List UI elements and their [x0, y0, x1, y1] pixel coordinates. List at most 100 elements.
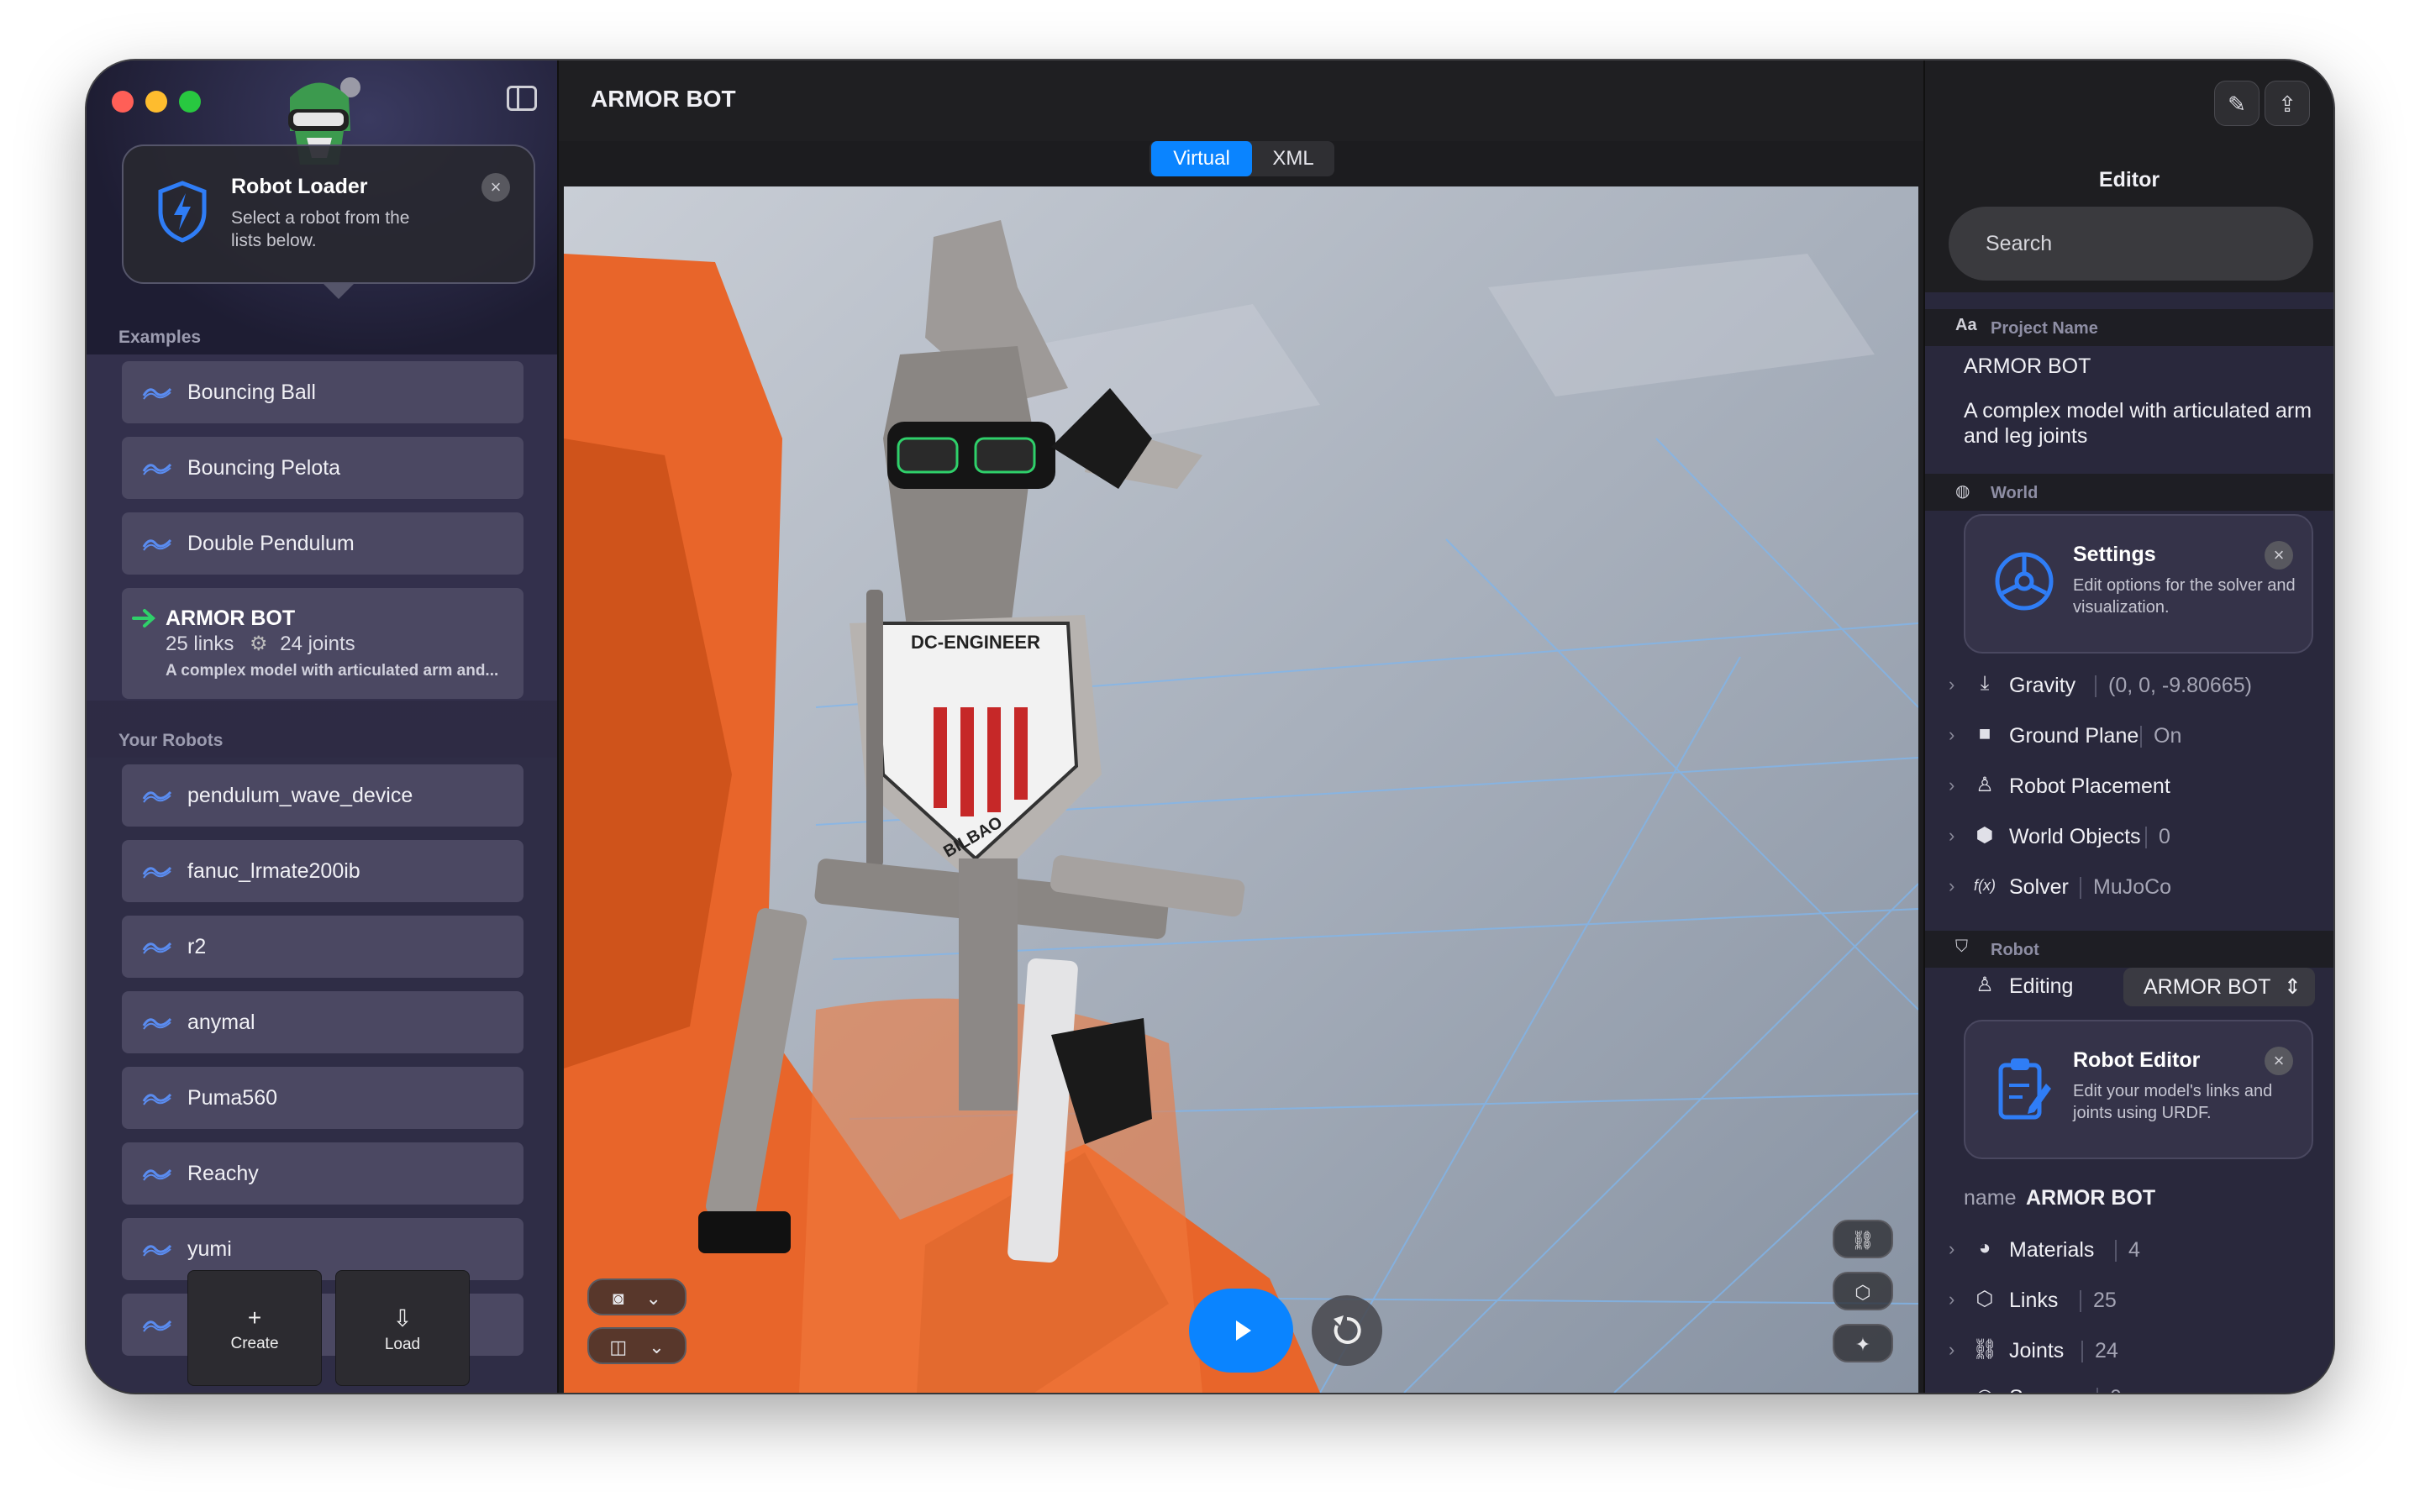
property-name: Sensors	[2009, 1386, 2086, 1393]
joints-row[interactable]: › ⛓ Joints 24	[1925, 1331, 2333, 1373]
wave-icon	[142, 1320, 172, 1332]
example-item-double-pendulum[interactable]: Double Pendulum	[122, 512, 523, 575]
project-description[interactable]: A complex model with articulated arm and…	[1964, 398, 2325, 449]
robot-item-reachy[interactable]: Reachy	[122, 1142, 523, 1205]
create-button[interactable]: + Create	[187, 1270, 322, 1386]
robot-item-fanuc-lrmate200ib[interactable]: fanuc_lrmate200ib	[122, 840, 523, 902]
links-count: 25 links	[166, 633, 234, 655]
chevron-up-down-icon: ⇕	[2284, 975, 2302, 999]
section-label: World	[1991, 484, 2039, 502]
divider	[2081, 1341, 2083, 1362]
example-item-bouncing-ball[interactable]: Bouncing Ball	[122, 361, 523, 423]
wave-icon	[142, 866, 172, 879]
tool-button[interactable]: ✦	[1833, 1324, 1893, 1362]
3d-viewport[interactable]: DC-ENGINEER BILBAO ◙ ⌄ ◫ ⌄ ⛓ ⬡ ✦	[564, 186, 1918, 1393]
selection-menu-button[interactable]: ◫ ⌄	[587, 1327, 687, 1364]
property-value: 25	[2093, 1289, 2117, 1312]
gravity-row[interactable]: › ⤓ Gravity (0, 0, -9.80665)	[1925, 665, 2333, 707]
property-value: 0	[2159, 825, 2170, 848]
palette-icon: ◕	[1978, 1236, 1991, 1259]
3d-scene: DC-ENGINEER BILBAO	[564, 186, 1918, 1393]
share-button[interactable]: ⇪	[2265, 81, 2310, 126]
settings-card-title: Settings	[2073, 543, 2156, 566]
robot-loader-close-button[interactable]: ×	[481, 173, 510, 202]
links-row[interactable]: › ⬡ Links 25	[1925, 1280, 2333, 1322]
list-item-label: pendulum_wave_device	[187, 783, 413, 807]
chevron-right-icon: ›	[1949, 825, 1955, 846]
divider	[2095, 675, 2096, 697]
link-view-button[interactable]: ⛓	[1833, 1220, 1893, 1258]
robot-editor-card-close-button[interactable]: ×	[2265, 1047, 2293, 1075]
editing-robot-value: ARMOR BOT	[2144, 975, 2271, 999]
chevron-right-icon: ›	[1949, 875, 1955, 896]
sensors-row[interactable]: › ◎ Sensors 0	[1925, 1378, 2333, 1393]
camera-menu-button[interactable]: ◙ ⌄	[587, 1278, 687, 1315]
divider	[2140, 726, 2142, 748]
robot-item-anymal[interactable]: anymal	[122, 991, 523, 1053]
project-name-value[interactable]: ARMOR BOT	[1964, 354, 2091, 379]
robot-name-row[interactable]: name ARMOR BOT	[1925, 1178, 2333, 1220]
world-section: ◍ World	[1925, 474, 2333, 511]
cube-outline-icon: ⬡	[1975, 1288, 1994, 1310]
play-button[interactable]	[1189, 1289, 1293, 1373]
wave-icon	[142, 538, 172, 551]
play-icon	[1236, 1320, 1251, 1341]
robot-item-puma560[interactable]: Puma560	[122, 1067, 523, 1129]
search-input[interactable]: Search	[1949, 207, 2313, 281]
zoom-window-button[interactable]	[179, 91, 201, 113]
wave-icon	[142, 942, 172, 954]
divider	[2080, 1290, 2081, 1312]
chevron-down-icon: ⌄	[645, 1288, 661, 1309]
tab-virtual[interactable]: Virtual	[1151, 141, 1252, 176]
sidebar-toggle-button[interactable]	[507, 86, 537, 111]
cube-view-button[interactable]: ⬡	[1833, 1272, 1893, 1310]
wave-icon	[142, 1244, 172, 1257]
divider	[2115, 1240, 2117, 1262]
load-button[interactable]: ⇩ Load	[335, 1270, 470, 1386]
settings-card[interactable]: Settings Edit options for the solver and…	[1964, 514, 2313, 654]
robot-loader-card: Robot Loader Select a robot from the lis…	[122, 144, 535, 299]
divider	[2080, 877, 2081, 899]
robot-loader-subtitle: Select a robot from the lists below.	[231, 208, 410, 250]
chevron-right-icon: ›	[1949, 1289, 1955, 1310]
examples-label: Examples	[118, 328, 202, 347]
materials-row[interactable]: › ◕ Materials 4	[1925, 1230, 2333, 1272]
wave-icon	[142, 790, 172, 803]
list-item-label: Reachy	[187, 1161, 259, 1185]
world-objects-row[interactable]: › ⬢ World Objects 0	[1925, 816, 2333, 858]
sidebar: Robot Loader Select a robot from the lis…	[87, 60, 559, 1393]
example-item-armor-bot-selected[interactable]: ARMOR BOT 25 links ⚙ 24 joints A complex…	[122, 588, 523, 699]
settings-card-close-button[interactable]: ×	[2265, 541, 2293, 570]
ground-plane-row[interactable]: › ■ Ground Plane On	[1925, 716, 2333, 758]
section-label: Project Name	[1991, 319, 2098, 338]
solver-row[interactable]: › f(x) Solver MuJoCo	[1925, 867, 2333, 909]
editing-robot-select[interactable]: ARMOR BOT ⇕	[2123, 968, 2315, 1006]
robot-item-pendulum-wave-device[interactable]: pendulum_wave_device	[122, 764, 523, 827]
example-item-bouncing-pelota[interactable]: Bouncing Pelota	[122, 437, 523, 499]
name-label: name	[1964, 1186, 2017, 1210]
robot-item-r2[interactable]: r2	[122, 916, 523, 978]
property-name: Gravity	[2009, 674, 2076, 697]
magic-wand-icon: ✦	[1854, 1334, 1871, 1355]
shield-icon: ⛉	[1955, 937, 1968, 956]
list-item-label: Double Pendulum	[187, 531, 355, 555]
chevron-right-icon: ›	[1949, 674, 1955, 695]
chevron-down-icon: ⌄	[649, 1336, 665, 1357]
close-window-button[interactable]	[112, 91, 134, 113]
load-icon: ⇩	[392, 1305, 413, 1331]
plus-icon: +	[247, 1305, 262, 1331]
load-button-label: Load	[384, 1336, 421, 1353]
minimize-window-button[interactable]	[145, 91, 167, 113]
reset-button[interactable]	[1312, 1295, 1382, 1366]
robot-editor-card[interactable]: Robot Editor Edit your model's links and…	[1964, 1020, 2313, 1159]
text-icon: Aa	[1955, 316, 1977, 334]
property-name: Materials	[2009, 1238, 2095, 1262]
property-value: MuJoCo	[2093, 875, 2172, 899]
edit-notes-button[interactable]: ✎	[2214, 81, 2260, 126]
robot-placement-row[interactable]: › ♙ Robot Placement	[1925, 766, 2333, 808]
selected-robot-stats: 25 links ⚙ 24 joints	[166, 632, 355, 656]
tab-xml[interactable]: XML	[1254, 141, 1333, 176]
divider	[2096, 1388, 2098, 1393]
person-icon: ♙	[1975, 974, 1994, 996]
chevron-right-icon: ›	[1949, 774, 1955, 795]
